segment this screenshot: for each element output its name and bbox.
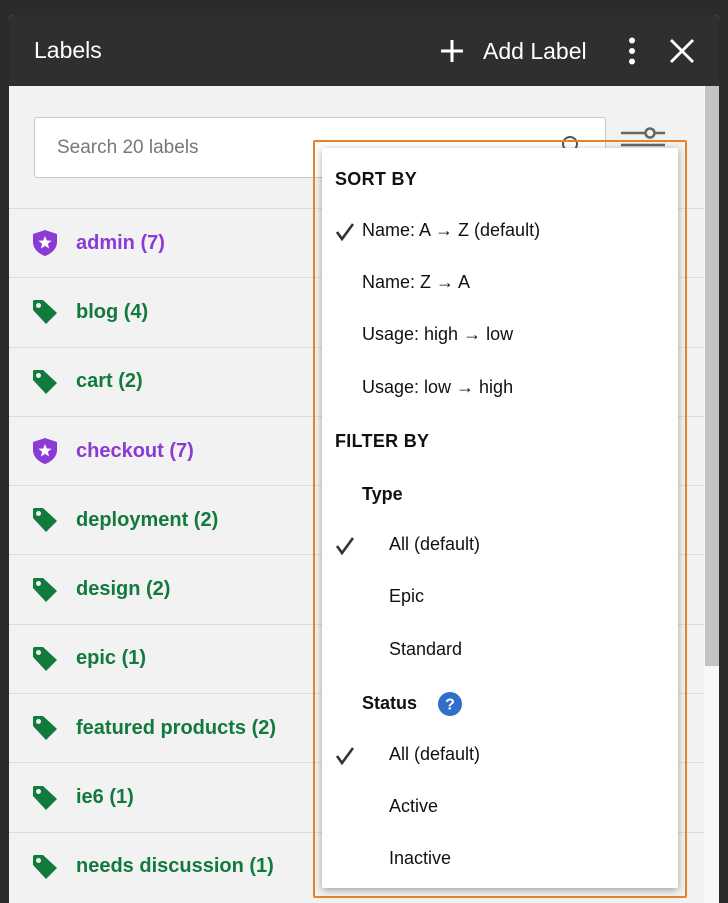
label-name: checkout (7) [76,439,194,462]
tag-icon [33,300,57,325]
option-label: All (default) [389,534,481,554]
tag-icon [33,854,57,879]
add-label-text: Add Label [483,37,587,64]
tag-icon [33,577,57,602]
type-option-epic[interactable]: Epic [322,578,678,618]
label-name: design (2) [76,578,171,601]
help-icon[interactable]: ? [438,692,462,716]
status-option-all[interactable]: All (default) [322,736,678,776]
label-name: featured products (2) [76,716,277,739]
option-label: Active [389,796,439,816]
scrollbar-thumb[interactable] [705,86,719,666]
type-option-standard[interactable]: Standard [322,631,678,671]
option-label: Name: Z → A [362,272,471,292]
tag-icon [33,646,57,671]
tag-icon [33,785,57,810]
sort-option-name-desc[interactable]: Name: Z → A [322,264,678,304]
option-label: Name: A → Z (default) [362,220,541,240]
status-option-inactive[interactable]: Inactive [322,840,678,880]
option-label: Inactive [389,848,452,868]
plus-icon [441,40,463,62]
more-options-icon[interactable] [627,37,637,65]
sort-option-usage-low-high[interactable]: Usage: low → high [322,369,678,409]
type-option-all[interactable]: All (default) [322,526,678,566]
sort-filter-dropdown: SORT BY Name: A → Z (default) Name: Z → … [322,148,678,888]
option-label: Standard [389,639,463,659]
shield-star-icon [33,230,57,257]
option-label: Usage: low → high [362,377,514,397]
label-name: blog (4) [76,300,149,323]
tag-icon [33,716,57,741]
type-heading: Type [362,484,403,504]
status-option-active[interactable]: Active [322,788,678,828]
svg-text:?: ? [445,697,455,714]
tag-icon [33,508,57,533]
panel-title: Labels [34,37,102,63]
option-label: All (default) [389,744,481,764]
filter-by-heading: FILTER BY [335,431,430,451]
label-name: admin (7) [76,231,165,254]
status-heading: Status [362,693,418,713]
label-name: ie6 (1) [76,786,134,809]
shield-star-icon [33,438,57,465]
panel-header: Labels Add Label [9,15,719,86]
check-icon [335,223,355,242]
option-label: Usage: high → low [362,324,514,344]
label-name: epic (1) [76,647,147,670]
sort-option-name-asc[interactable]: Name: A → Z (default) [322,212,678,252]
check-icon [335,747,355,766]
sort-option-usage-high-low[interactable]: Usage: high → low [322,316,678,356]
check-icon [335,537,355,556]
tag-icon [33,369,57,394]
label-name: deployment (2) [76,508,219,531]
label-name: needs discussion (1) [76,855,274,878]
label-name: cart (2) [76,370,143,393]
sort-by-heading: SORT BY [335,169,418,189]
add-label-button[interactable]: Add Label [439,35,587,67]
option-label: Epic [389,586,425,606]
close-icon[interactable] [669,38,695,64]
